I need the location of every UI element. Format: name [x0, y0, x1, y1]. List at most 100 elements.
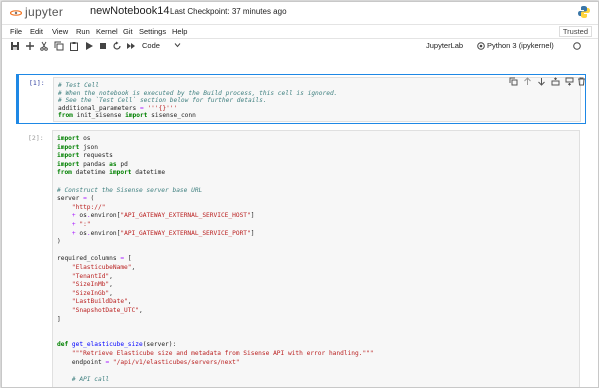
code-token: ] — [250, 229, 255, 237]
code-line: """Retrieve Elasticube size and metadata… — [57, 350, 374, 358]
notebook-header: jupyter newNotebook14 Last Checkpoint: 3… — [2, 2, 598, 24]
code-cell-active[interactable]: [1]: # Test Cell # When the notebook is e… — [16, 74, 586, 124]
restart-icon[interactable] — [112, 41, 122, 51]
code-token: "API_GATEWAY_EXTERNAL_SERVICE_HOST" — [120, 212, 251, 220]
notebook-panel: [1]: # Test Cell # When the notebook is e… — [2, 54, 598, 387]
code-editor[interactable]: import os import json import requests impor… — [52, 130, 580, 387]
code-token: # See the `Test Cell` section below for … — [58, 97, 267, 105]
paste-icon[interactable] — [69, 41, 79, 51]
browser-frame: jupyter newNotebook14 Last Checkpoint: 3… — [1, 1, 599, 388]
code-token: from — [58, 112, 73, 120]
code-token: init_sisense — [72, 112, 126, 120]
move-up-icon[interactable] — [523, 77, 532, 86]
code-line: import requests — [57, 152, 113, 160]
code-token: os — [75, 212, 87, 220]
active-cell-indicator — [16, 74, 19, 124]
code-token: import — [57, 135, 80, 142]
input-prompt: [1]: — [29, 79, 45, 87]
code-line: + os.environ["API_GATEWAY_EXTERNAL_SERVI… — [57, 230, 255, 238]
code-token: """Retrieve Elasticube size and metadata… — [71, 350, 374, 357]
code-line: "http://" — [57, 204, 106, 212]
code-token: [ — [124, 255, 132, 263]
kernel-name[interactable]: Python 3 (ipykernel) — [487, 41, 554, 50]
code-line: server = ( — [57, 195, 94, 203]
code-token: , — [109, 281, 113, 289]
code-token: pandas — [79, 160, 110, 168]
run-icon[interactable] — [84, 41, 94, 51]
code-token: import — [57, 152, 80, 160]
code-line: "TenantId", — [57, 273, 113, 281]
code-line: "SizeInMb", — [57, 281, 113, 289]
save-icon[interactable] — [10, 41, 20, 51]
code-token: , — [127, 298, 132, 306]
menu-kernel[interactable]: Kernel — [96, 27, 118, 36]
copy-icon[interactable] — [54, 41, 64, 51]
code-token: required_columns — [57, 255, 121, 263]
code-token: "SnapshotDate_UTC" — [71, 307, 139, 314]
menu-git[interactable]: Git — [123, 27, 133, 36]
code-line: def get_elasticube_size(server): — [57, 341, 176, 349]
insert-above-icon[interactable] — [551, 77, 560, 86]
code-token: requests — [79, 152, 113, 160]
cell-toolbar — [509, 77, 585, 87]
jupyter-logo-icon — [10, 10, 22, 16]
code-token: "SizeInMb" — [71, 281, 110, 289]
chevron-down-icon[interactable] — [174, 42, 181, 48]
jupyter-logo-text: jupyter — [25, 5, 64, 19]
code-token: json — [79, 143, 98, 151]
duplicate-icon[interactable] — [509, 77, 518, 86]
notebook-title[interactable]: newNotebook14 — [90, 5, 170, 17]
menu-edit[interactable]: Edit — [30, 27, 43, 36]
delete-cell-icon[interactable] — [577, 77, 586, 86]
code-token: , — [109, 289, 113, 297]
code-token: '''{}''' — [147, 104, 178, 112]
move-down-icon[interactable] — [537, 77, 546, 86]
menu-view[interactable]: View — [52, 27, 68, 36]
menu-file[interactable]: File — [10, 27, 22, 36]
code-line: # Construct the Sisense server base URL — [57, 187, 202, 195]
menu-settings[interactable]: Settings — [139, 27, 166, 36]
menu-help[interactable]: Help — [172, 27, 187, 36]
menu-run[interactable]: Run — [76, 27, 90, 36]
trusted-indicator[interactable]: Trusted — [558, 26, 592, 37]
code-token: os — [75, 229, 87, 237]
jupyter-logo[interactable]: jupyter — [10, 5, 70, 20]
code-token: ( — [86, 195, 95, 203]
code-token: (server): — [142, 341, 177, 349]
code-line: "SnapshotDate_UTC", — [57, 307, 143, 315]
code-token: "ElasticubeName" — [71, 264, 132, 271]
cut-icon[interactable] — [39, 41, 49, 51]
insert-below-icon[interactable] — [565, 77, 574, 86]
open-jupyterlab-button[interactable]: JupyterLab — [426, 41, 463, 50]
code-token: import — [57, 143, 80, 151]
cell-type-select[interactable]: Code — [142, 41, 160, 50]
code-line: + ":" — [57, 221, 91, 229]
code-token: # Test Cell — [58, 82, 99, 89]
code-token: endpoint — [57, 358, 106, 366]
code-token: environ[ — [90, 229, 121, 237]
code-line: from datetime import datetime — [57, 169, 165, 177]
stop-icon[interactable] — [98, 41, 108, 51]
code-editor[interactable]: # Test Cell # When the notebook is execut… — [53, 77, 581, 122]
fast-forward-icon[interactable] — [126, 41, 136, 51]
kernel-settings-icon — [477, 42, 485, 50]
code-token: "API_GATEWAY_EXTERNAL_SERVICE_PORT" — [120, 229, 251, 237]
code-line: ) — [57, 238, 61, 246]
code-token: environ[ — [90, 212, 121, 220]
code-token: # When the notebook is executed by the B… — [58, 89, 338, 97]
code-line: ] — [57, 316, 61, 324]
code-token: datetime — [131, 169, 166, 177]
code-token: # API call — [71, 375, 110, 383]
code-token: sisense_conn — [147, 112, 196, 120]
code-cell[interactable]: [2]: import os import json import requests… — [16, 130, 584, 387]
code-line: from init_sisense import sisense_conn — [58, 112, 196, 120]
add-cell-icon[interactable] — [25, 41, 35, 51]
